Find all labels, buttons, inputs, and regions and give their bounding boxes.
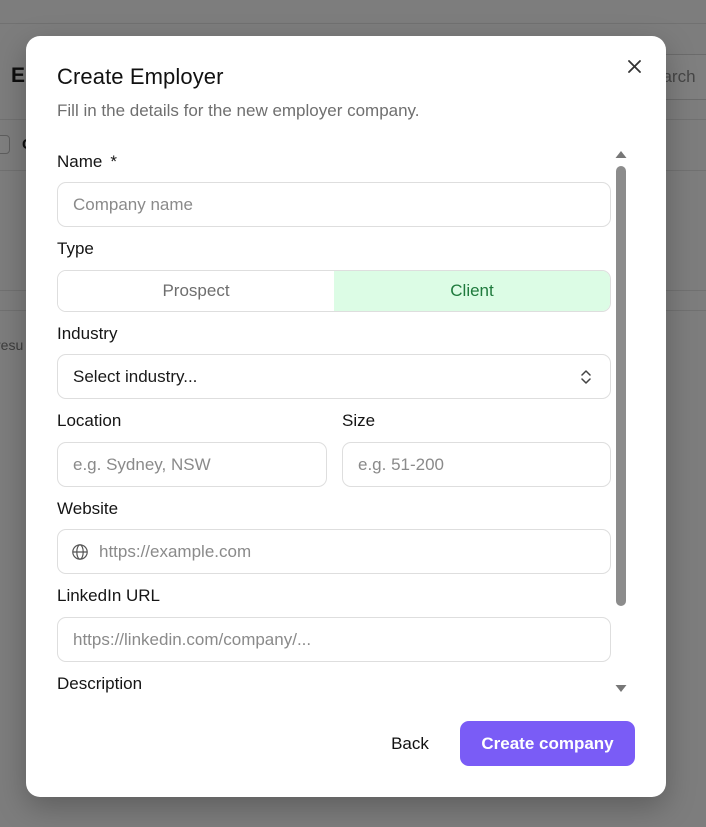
website-input[interactable]: https://example.com [57,529,611,574]
create-employer-dialog: Create Employer Fill in the details for … [26,36,666,797]
dialog-subtitle: Fill in the details for the new employer… [57,101,420,120]
website-label: Website [57,499,119,518]
required-marker: * [110,152,117,171]
name-label-text: Name [57,152,103,171]
type-toggle: Prospect Client [57,270,611,312]
name-input[interactable]: Company name [57,182,611,227]
form-scrollbar[interactable] [614,146,628,701]
scroll-up-arrow-icon[interactable] [614,148,628,160]
back-button[interactable]: Back [374,722,446,766]
industry-label: Industry [57,324,118,343]
create-company-button[interactable]: Create company [460,721,635,766]
close-button[interactable] [624,56,646,78]
form-scroll-area[interactable]: Name * Company name Type Prospect Client … [57,146,611,701]
location-label: Location [57,411,122,430]
size-label: Size [342,411,376,430]
industry-select-value: Select industry... [73,367,198,386]
location-input[interactable]: e.g. Sydney, NSW [57,442,327,487]
type-option-client[interactable]: Client [334,271,610,311]
chevron-up-down-icon [581,370,591,384]
name-label: Name * [57,152,117,172]
linkedin-input[interactable]: https://linkedin.com/company/... [57,617,611,662]
industry-select[interactable]: Select industry... [57,354,611,399]
scroll-down-arrow-icon[interactable] [614,683,628,695]
globe-icon [72,544,88,560]
size-input[interactable]: e.g. 51-200 [342,442,611,487]
linkedin-label: LinkedIn URL [57,586,161,605]
type-option-prospect[interactable]: Prospect [58,271,334,311]
scrollbar-thumb[interactable] [616,166,626,606]
website-placeholder: https://example.com [99,542,252,561]
dialog-title: Create Employer [57,64,224,89]
type-label: Type [57,239,94,258]
close-icon [628,60,641,73]
description-label: Description [57,674,143,693]
